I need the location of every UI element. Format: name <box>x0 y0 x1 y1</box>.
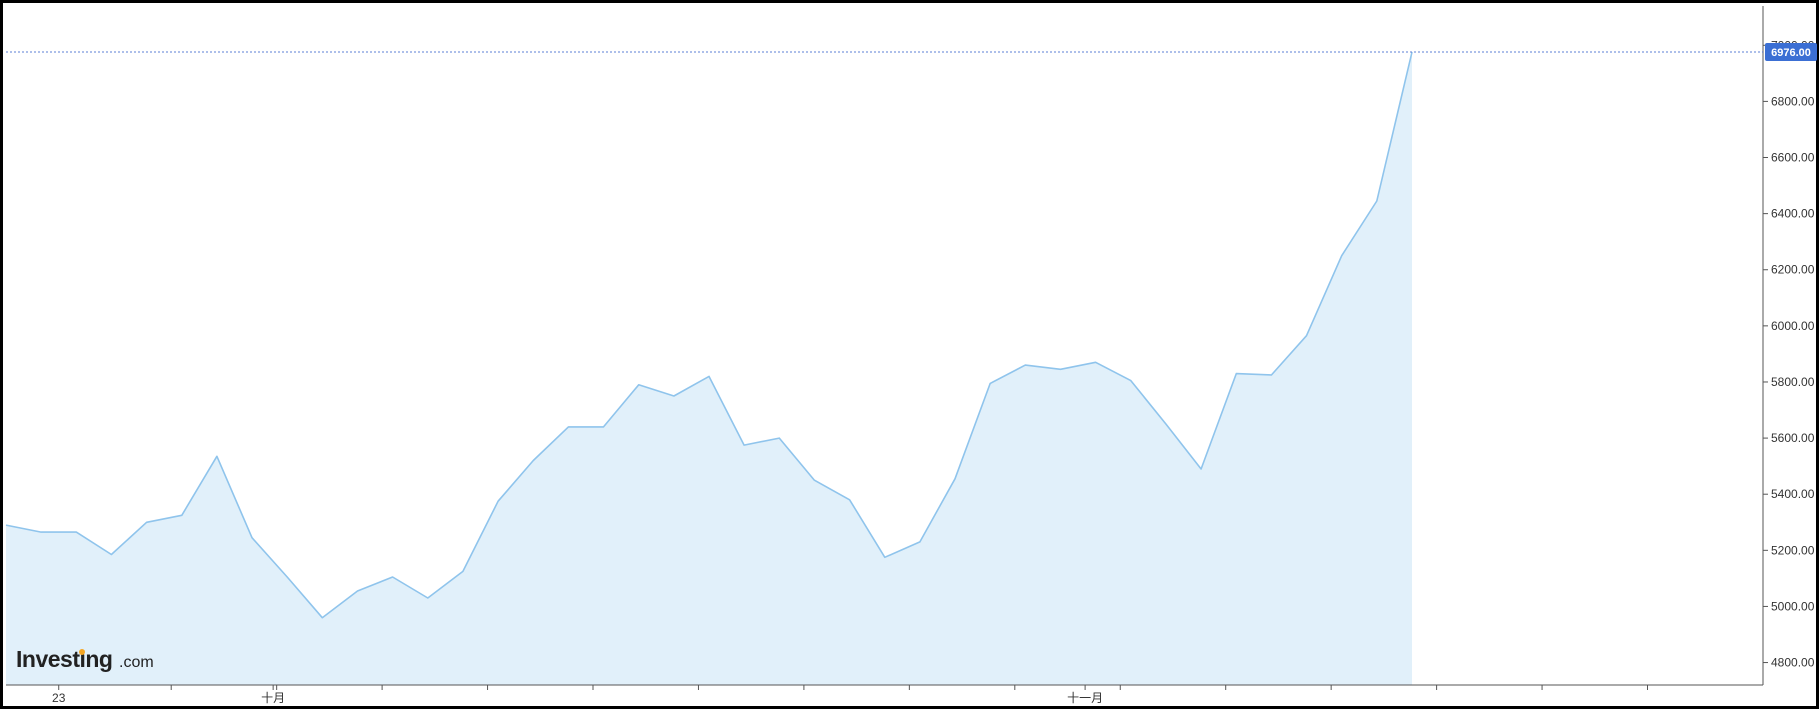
y-tick-label: 6200.00 <box>1771 263 1815 277</box>
data-point[interactable] <box>1374 199 1379 204</box>
x-tick-label: 十月 <box>261 691 285 705</box>
logo-suffix: .com <box>119 654 154 671</box>
logo-accent-dot <box>79 649 85 655</box>
data-point[interactable] <box>74 530 79 535</box>
series-area-layer <box>6 52 1412 685</box>
data-point[interactable] <box>777 436 782 441</box>
data-point[interactable] <box>917 539 922 544</box>
data-point[interactable] <box>601 424 606 429</box>
data-point[interactable] <box>1164 422 1169 427</box>
data-point[interactable] <box>531 458 536 463</box>
y-tick-label: 6400.00 <box>1771 207 1815 221</box>
y-tick-label: 5400.00 <box>1771 487 1815 501</box>
data-point[interactable] <box>214 454 219 459</box>
series-area <box>6 52 1412 685</box>
data-point[interactable] <box>460 569 465 574</box>
data-point[interactable] <box>988 381 993 386</box>
y-tick-label: 5600.00 <box>1771 431 1815 445</box>
y-tick-label: 4800.00 <box>1771 656 1815 670</box>
y-tick-label: 5200.00 <box>1771 543 1815 557</box>
data-point[interactable] <box>847 497 852 502</box>
data-point[interactable] <box>109 552 114 557</box>
data-point[interactable] <box>1234 371 1239 376</box>
data-point[interactable] <box>742 443 747 448</box>
data-point[interactable] <box>1304 333 1309 338</box>
data-point[interactable] <box>496 499 501 504</box>
data-point[interactable] <box>4 523 9 528</box>
data-point[interactable] <box>355 589 360 594</box>
y-tick-label: 6800.00 <box>1771 94 1815 108</box>
x-tick-label: 23 <box>52 691 66 705</box>
logo-wordmark: Investing <box>16 646 112 672</box>
data-point[interactable] <box>1339 253 1344 258</box>
last-value-label: 6976.00 <box>1771 47 1811 59</box>
data-point[interactable] <box>812 478 817 483</box>
data-point[interactable] <box>320 615 325 620</box>
data-point[interactable] <box>250 535 255 540</box>
data-point[interactable] <box>1128 378 1133 383</box>
data-point[interactable] <box>566 424 571 429</box>
chart-frame: 4800.00 5000.00 5200.00 5400.00 5600.00 5800.… <box>0 0 1819 709</box>
data-point[interactable] <box>144 520 149 525</box>
price-chart[interactable]: 4800.00 5000.00 5200.00 5400.00 5600.00 5800.… <box>3 3 1819 712</box>
data-point[interactable] <box>1058 367 1063 372</box>
x-tick-label: 十一月 <box>1067 691 1103 705</box>
y-tick-label: 6600.00 <box>1771 151 1815 165</box>
data-point[interactable] <box>953 476 958 481</box>
data-point[interactable] <box>285 575 290 580</box>
y-tick-label: 5000.00 <box>1771 599 1815 613</box>
data-point[interactable] <box>1093 360 1098 365</box>
data-point[interactable] <box>1199 467 1204 472</box>
data-point[interactable] <box>39 530 44 535</box>
last-value-layer: 6976.00 <box>6 43 1817 62</box>
data-point[interactable] <box>707 374 712 379</box>
data-point[interactable] <box>390 575 395 580</box>
data-point[interactable] <box>882 555 887 560</box>
data-point[interactable] <box>671 394 676 399</box>
data-point[interactable] <box>636 382 641 387</box>
data-point[interactable] <box>425 596 430 601</box>
y-tick-label: 5800.00 <box>1771 375 1815 389</box>
y-tick-label: 6000.00 <box>1771 319 1815 333</box>
data-point[interactable] <box>179 513 184 518</box>
data-point[interactable] <box>1023 363 1028 368</box>
data-point[interactable] <box>1269 373 1274 378</box>
